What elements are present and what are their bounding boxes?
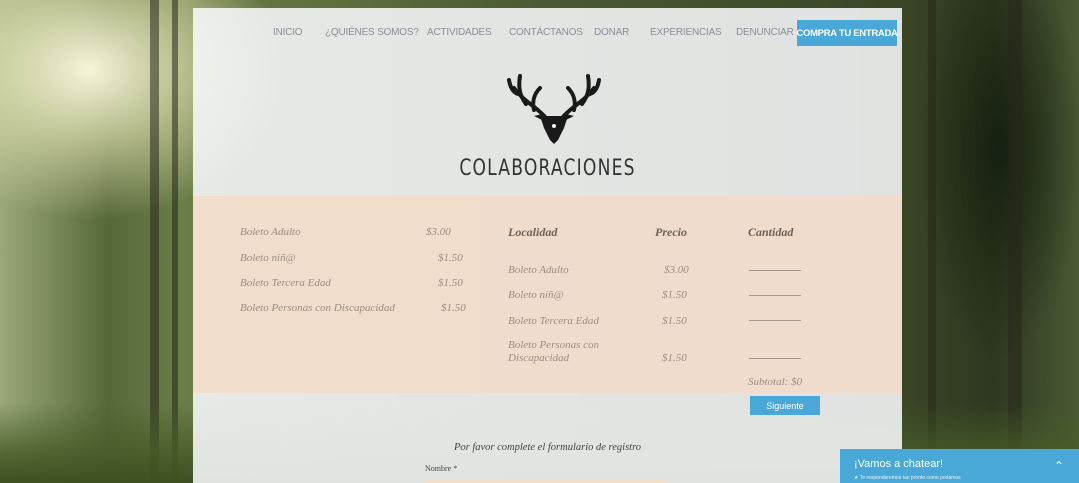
ticket-name: Boleto niñ@ <box>508 289 564 301</box>
ticket-price: $1.50 <box>662 289 687 301</box>
nav-denunciar[interactable]: DENUNCIAR <box>736 27 794 38</box>
quantity-input[interactable] <box>749 295 801 296</box>
chat-widget[interactable]: ¡Vamos a chatear! ★ Te responderemos tan… <box>840 449 1079 483</box>
nav-donar[interactable]: DONAR <box>594 27 629 38</box>
nav-quienes-somos[interactable]: ¿QUIÉNES SOMOS? <box>325 27 419 38</box>
ticket-name: Boleto Tercera Edad <box>508 315 599 327</box>
chat-subtitle: ★ Te responderemos tan pronto como podam… <box>854 475 961 481</box>
ticket-price: $1.50 <box>662 315 687 327</box>
subtotal: Subtotal: $0 <box>748 376 803 388</box>
nav-contactanos[interactable]: CONTÁCTANOS <box>509 27 583 38</box>
content-panel: INICIO ¿QUIÉNES SOMOS? ACTIVIDADES CONTÁ… <box>193 8 902 483</box>
quantity-input[interactable] <box>749 270 801 271</box>
nav-inicio[interactable]: INICIO <box>273 27 303 38</box>
quantity-input[interactable] <box>749 358 801 359</box>
price-list-price: $1.50 <box>438 277 463 289</box>
price-list-price: $3.00 <box>426 226 451 238</box>
price-list-name: Boleto Tercera Edad <box>240 277 331 289</box>
form-instructions: Por favor complete el formulario de regi… <box>453 442 642 453</box>
header-precio: Precio <box>655 225 687 239</box>
price-list-price: $1.50 <box>438 252 463 264</box>
price-list-name: Boleto Personas con Discapacidad <box>240 302 395 314</box>
chat-title: ¡Vamos a chatear! <box>854 458 944 470</box>
deer-antlers-logo <box>507 74 601 144</box>
nav-experiencias[interactable]: EXPERIENCIAS <box>650 27 722 38</box>
chevron-up-icon[interactable]: ⌃ <box>1054 459 1064 473</box>
name-field[interactable] <box>425 479 665 483</box>
page-title: Colaboraciones <box>459 156 636 181</box>
quantity-input[interactable] <box>749 320 801 321</box>
header-cantidad: Cantidad <box>748 225 794 239</box>
buy-ticket-button[interactable]: COMPRA TU ENTRADA <box>796 20 898 46</box>
main-nav: INICIO ¿QUIÉNES SOMOS? ACTIVIDADES CONTÁ… <box>193 20 902 46</box>
header-localidad: Localidad <box>508 225 558 239</box>
nav-actividades[interactable]: ACTIVIDADES <box>427 27 492 38</box>
ticket-price: $1.50 <box>662 352 687 364</box>
next-button[interactable]: Siguiente <box>750 396 820 415</box>
price-list-name: Boleto niñ@ <box>240 252 296 264</box>
ticket-price: $3.00 <box>664 264 689 276</box>
name-label: Nombre * <box>425 464 458 473</box>
ticket-name: Discapacidad <box>508 352 570 364</box>
ticket-name: Boleto Adulto <box>508 264 569 276</box>
price-list-price: $1.50 <box>441 302 466 314</box>
ticket-name: Boleto Personas con <box>508 339 600 351</box>
price-list-name: Boleto Adulto <box>240 226 301 238</box>
